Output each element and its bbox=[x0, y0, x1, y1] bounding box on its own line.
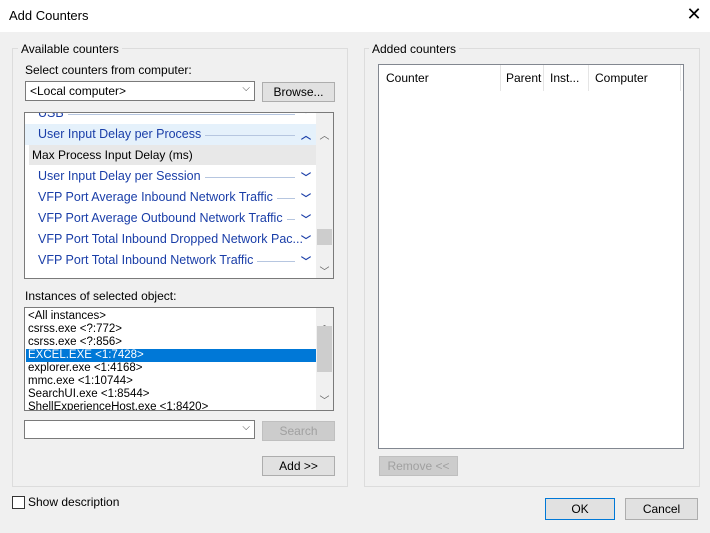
counter-item[interactable]: VFP Port Average Inbound Network Traffic… bbox=[25, 187, 317, 208]
counter-child-label: Max Process Input Delay (ms) bbox=[32, 148, 197, 162]
counter-label: VFP Port Average Outbound Network Traffi… bbox=[38, 211, 287, 225]
counter-label: User Input Delay per Session bbox=[38, 169, 205, 183]
counter-child-item[interactable]: Max Process Input Delay (ms) bbox=[29, 145, 317, 165]
available-counters-label: Available counters bbox=[18, 42, 122, 56]
scroll-thumb[interactable] bbox=[317, 326, 332, 372]
instance-item[interactable]: mmc.exe <1:10744> bbox=[26, 375, 319, 388]
chevron-down-icon[interactable]: ﹀ bbox=[301, 113, 311, 121]
chevron-down-icon: ⌵ bbox=[242, 83, 250, 94]
divider bbox=[45, 114, 295, 115]
computer-label: Select counters from computer: bbox=[25, 63, 192, 77]
instances-scrollbar[interactable]: ︿ ﹀ bbox=[316, 308, 333, 410]
instance-item[interactable]: ShellExperienceHost.exe <1:8420> bbox=[26, 401, 319, 410]
window-title: Add Counters bbox=[9, 8, 89, 23]
counter-item[interactable]: VFP Port Average Outbound Network Traffi… bbox=[25, 208, 317, 229]
instance-item[interactable]: explorer.exe <1:4168> bbox=[26, 362, 319, 375]
added-counters-label: Added counters bbox=[369, 42, 460, 56]
column-instance[interactable]: Inst... bbox=[544, 65, 589, 91]
scroll-down-icon[interactable]: ﹀ bbox=[316, 263, 333, 278]
instance-item[interactable]: <All instances> bbox=[26, 310, 319, 323]
counter-label: VFP Port Average Inbound Network Traffic bbox=[38, 190, 277, 204]
cancel-button[interactable]: Cancel bbox=[625, 498, 698, 520]
counter-item[interactable]: USB ﹀ bbox=[25, 113, 317, 124]
add-button[interactable]: Add >> bbox=[262, 456, 335, 476]
counter-label: VFP Port Total Inbound Network Traffic bbox=[38, 253, 258, 267]
instances-list[interactable]: <All instances> csrss.exe <?:772> csrss.ex… bbox=[24, 307, 334, 411]
counter-list[interactable]: USB ﹀ User Input Delay per Process ︿ Max Pro… bbox=[24, 112, 334, 279]
chevron-down-icon[interactable]: ﹀ bbox=[301, 232, 311, 247]
close-icon[interactable]: ✕ bbox=[684, 4, 704, 25]
computer-combo[interactable]: <Local computer> ⌵ bbox=[25, 81, 255, 101]
chevron-down-icon[interactable]: ﹀ bbox=[301, 190, 311, 205]
instance-item[interactable]: SearchUI.exe <1:8544> bbox=[26, 388, 319, 401]
computer-value: <Local computer> bbox=[30, 84, 127, 98]
counter-list-scrollbar[interactable]: ︿ ﹀ bbox=[316, 113, 333, 278]
counter-item[interactable]: VFP Port Total Inbound Network Traffic ﹀ bbox=[25, 250, 317, 271]
counter-item[interactable]: User Input Delay per Process ︿ bbox=[25, 124, 317, 145]
scroll-thumb[interactable] bbox=[317, 229, 332, 245]
chevron-down-icon[interactable]: ﹀ bbox=[301, 253, 311, 268]
chevron-down-icon: ⌵ bbox=[242, 422, 250, 433]
chevron-down-icon[interactable]: ﹀ bbox=[301, 211, 311, 226]
added-counters-list[interactable]: Counter Parent Inst... Computer bbox=[378, 64, 684, 449]
column-computer[interactable]: Computer bbox=[589, 65, 681, 91]
counter-label: User Input Delay per Process bbox=[38, 127, 206, 141]
ok-button[interactable]: OK bbox=[545, 498, 615, 520]
remove-button[interactable]: Remove << bbox=[379, 456, 458, 476]
column-counter[interactable]: Counter bbox=[379, 65, 501, 91]
scroll-up-icon[interactable]: ︿ bbox=[316, 127, 333, 142]
search-combo[interactable]: ⌵ bbox=[24, 420, 255, 439]
counter-label: VFP Port Total Inbound Dropped Network P… bbox=[38, 232, 307, 246]
instance-item[interactable]: EXCEL.EXE <1:7428> bbox=[26, 349, 319, 362]
counter-label: USB bbox=[38, 113, 68, 120]
chevron-up-icon[interactable]: ︿ bbox=[301, 127, 311, 142]
instances-label: Instances of selected object: bbox=[25, 289, 177, 303]
instance-item[interactable]: csrss.exe <?:772> bbox=[26, 323, 319, 336]
scroll-down-icon[interactable]: ﹀ bbox=[316, 392, 333, 407]
counter-item[interactable]: VFP Port Total Inbound Dropped Network P… bbox=[25, 229, 317, 250]
chevron-down-icon[interactable]: ﹀ bbox=[301, 169, 311, 184]
title-bar bbox=[0, 0, 710, 32]
browse-button[interactable]: Browse... bbox=[262, 82, 335, 102]
show-description-checkbox[interactable] bbox=[12, 496, 25, 509]
show-description-label[interactable]: Show description bbox=[28, 495, 119, 509]
counter-item[interactable]: User Input Delay per Session ﹀ bbox=[25, 166, 317, 187]
column-parent[interactable]: Parent bbox=[501, 65, 544, 91]
instance-item[interactable]: csrss.exe <?:856> bbox=[26, 336, 319, 349]
search-button[interactable]: Search bbox=[262, 421, 335, 441]
